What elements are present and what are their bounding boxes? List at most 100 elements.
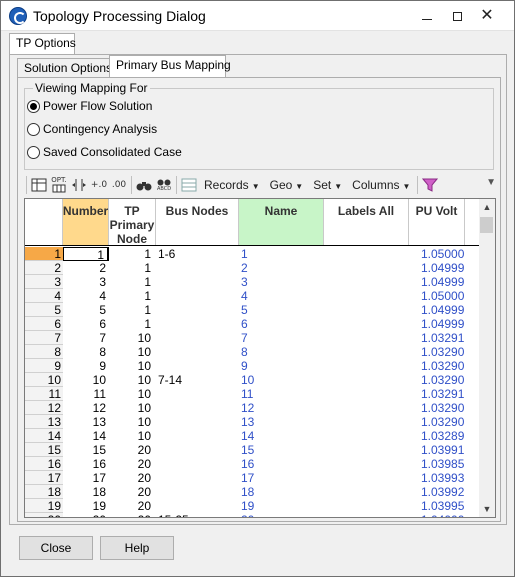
row-number-cell[interactable]: 5 <box>25 303 63 317</box>
table-row[interactable]: 10 10 10 7-14 10 1.03290 <box>25 373 480 387</box>
tp-primary-node-cell[interactable]: 20 <box>109 513 154 517</box>
labels-all-cell[interactable] <box>324 261 409 275</box>
filter-icon[interactable] <box>420 175 440 195</box>
tp-primary-node-cell[interactable]: 10 <box>109 331 154 345</box>
number-cell[interactable]: 10 <box>63 373 109 387</box>
decrease-decimals-icon[interactable]: .00 <box>109 175 129 195</box>
number-cell[interactable]: 6 <box>63 317 109 331</box>
row-number-cell[interactable]: 13 <box>25 415 63 429</box>
number-cell[interactable]: 11 <box>63 387 109 401</box>
tab-tp-options[interactable]: TP Options <box>9 33 76 55</box>
radio-contingency-analysis[interactable]: Contingency Analysis <box>27 122 157 136</box>
name-cell[interactable]: 1 <box>239 247 324 261</box>
number-cell[interactable]: 5 <box>63 303 109 317</box>
pu-volt-cell[interactable]: 1.03290 <box>409 359 465 373</box>
table-row[interactable]: 16 16 20 16 1.03985 <box>25 457 480 471</box>
name-cell[interactable]: 19 <box>239 499 324 513</box>
column-header-tp-primary-node[interactable]: TP Primary Node <box>109 199 156 246</box>
column-header-name[interactable]: Name <box>239 199 324 245</box>
labels-all-cell[interactable] <box>324 387 409 401</box>
number-cell[interactable]: 3 <box>63 275 109 289</box>
table-row[interactable]: 2 2 1 2 1.04999 <box>25 261 480 275</box>
labels-all-cell[interactable] <box>324 373 409 387</box>
labels-all-cell[interactable] <box>324 275 409 289</box>
pu-volt-cell[interactable]: 1.03290 <box>409 415 465 429</box>
pu-volt-cell[interactable]: 1.05000 <box>409 247 465 261</box>
table-row[interactable]: 14 14 10 14 1.03289 <box>25 429 480 443</box>
name-cell[interactable]: 7 <box>239 331 324 345</box>
name-cell[interactable]: 13 <box>239 415 324 429</box>
bus-nodes-cell[interactable] <box>156 485 239 499</box>
tp-primary-node-cell[interactable]: 20 <box>109 499 154 513</box>
tp-primary-node-cell[interactable]: 20 <box>109 443 154 457</box>
labels-all-cell[interactable] <box>324 317 409 331</box>
row-number-cell[interactable]: 12 <box>25 401 63 415</box>
close-button[interactable]: Close <box>19 536 93 560</box>
table-row[interactable]: 11 11 10 11 1.03291 <box>25 387 480 401</box>
table-row[interactable]: 4 4 1 4 1.05000 <box>25 289 480 303</box>
number-cell[interactable]: 9 <box>63 359 109 373</box>
name-cell[interactable]: 9 <box>239 359 324 373</box>
column-header-number[interactable]: Number <box>63 199 109 245</box>
row-number-cell[interactable]: 16 <box>25 457 63 471</box>
table-row[interactable]: 12 12 10 12 1.03290 <box>25 401 480 415</box>
pu-volt-cell[interactable]: 1.03291 <box>409 387 465 401</box>
table-row[interactable]: 8 8 10 8 1.03290 <box>25 345 480 359</box>
bus-nodes-cell[interactable] <box>156 261 239 275</box>
bus-nodes-cell[interactable] <box>156 499 239 513</box>
bus-nodes-cell[interactable] <box>156 359 239 373</box>
tp-primary-node-cell[interactable]: 10 <box>109 429 154 443</box>
row-number-cell[interactable]: 9 <box>25 359 63 373</box>
split-columns-icon[interactable] <box>69 175 89 195</box>
row-number-cell[interactable]: 10 <box>25 373 63 387</box>
bus-nodes-cell[interactable] <box>156 317 239 331</box>
scroll-thumb[interactable] <box>480 217 493 233</box>
name-cell[interactable]: 17 <box>239 471 324 485</box>
name-cell[interactable]: 18 <box>239 485 324 499</box>
primary-bus-mapping-grid[interactable]: Number TP Primary Node Bus Nodes Name La… <box>24 198 496 518</box>
bus-nodes-cell[interactable] <box>156 331 239 345</box>
pu-volt-cell[interactable]: 1.03992 <box>409 485 465 499</box>
close-window-button[interactable]: ✕ <box>471 1 503 31</box>
row-number-cell[interactable]: 15 <box>25 443 63 457</box>
maximize-button[interactable] <box>441 1 473 31</box>
options-icon[interactable]: OPT. <box>49 175 69 195</box>
geo-menu[interactable]: Geo ▼ <box>270 178 304 192</box>
tab-primary-bus-mapping[interactable]: Primary Bus Mapping <box>109 55 231 78</box>
table-row[interactable]: 17 17 20 17 1.03993 <box>25 471 480 485</box>
pu-volt-cell[interactable]: 1.03985 <box>409 457 465 471</box>
tp-primary-node-cell[interactable]: 1 <box>109 275 154 289</box>
records-menu[interactable]: Records ▼ <box>204 178 260 192</box>
pu-volt-cell[interactable]: 1.04999 <box>409 317 465 331</box>
bus-nodes-cell[interactable] <box>156 443 239 457</box>
bus-nodes-cell[interactable] <box>156 387 239 401</box>
tp-primary-node-cell[interactable]: 10 <box>109 387 154 401</box>
minimize-button[interactable] <box>411 1 443 31</box>
pu-volt-cell[interactable]: 1.05000 <box>409 289 465 303</box>
pu-volt-cell[interactable]: 1.03290 <box>409 345 465 359</box>
labels-all-cell[interactable] <box>324 485 409 499</box>
name-cell[interactable]: 14 <box>239 429 324 443</box>
increase-decimals-icon[interactable]: +.0 <box>89 175 109 195</box>
tp-primary-node-cell[interactable]: 1 <box>109 289 154 303</box>
bus-nodes-cell[interactable]: 7-14 <box>156 373 239 387</box>
name-cell[interactable]: 4 <box>239 289 324 303</box>
tp-primary-node-cell[interactable]: 10 <box>109 401 154 415</box>
number-cell[interactable]: 13 <box>63 415 109 429</box>
bus-nodes-cell[interactable]: 15-25 <box>156 513 239 517</box>
name-cell[interactable]: 15 <box>239 443 324 457</box>
row-number-cell[interactable]: 17 <box>25 471 63 485</box>
labels-all-cell[interactable] <box>324 499 409 513</box>
table-row[interactable]: 15 15 20 15 1.03991 <box>25 443 480 457</box>
row-number-cell[interactable]: 20 <box>25 513 63 517</box>
pu-volt-cell[interactable]: 1.03993 <box>409 471 465 485</box>
tp-primary-node-cell[interactable]: 10 <box>109 345 154 359</box>
labels-all-cell[interactable] <box>324 345 409 359</box>
number-cell[interactable]: 8 <box>63 345 109 359</box>
labels-all-cell[interactable] <box>324 303 409 317</box>
help-button[interactable]: Help <box>100 536 174 560</box>
table-row[interactable]: 7 7 10 7 1.03291 <box>25 331 480 345</box>
number-cell[interactable]: 18 <box>63 485 109 499</box>
number-cell[interactable]: 7 <box>63 331 109 345</box>
name-cell[interactable]: 12 <box>239 401 324 415</box>
